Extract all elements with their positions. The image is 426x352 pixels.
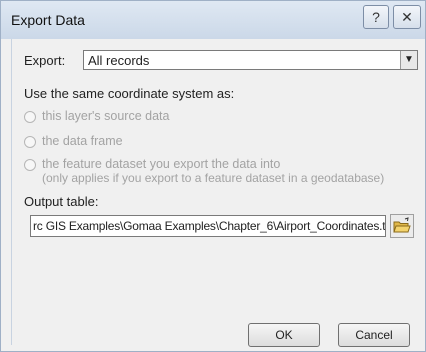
radio-feature-dataset-note: (only applies if you export to a feature…	[42, 171, 385, 185]
radio-data-frame-label: the data frame	[42, 134, 123, 148]
output-table-label: Output table:	[24, 194, 99, 209]
radio-layer-source[interactable]	[24, 111, 36, 123]
output-table-field[interactable]: rc GIS Examples\Gomaa Examples\Chapter_6…	[30, 215, 386, 237]
window-title: Export Data	[11, 12, 85, 28]
title-bar[interactable]: Export Data ? ✕	[1, 1, 425, 39]
chevron-down-icon[interactable]: ▼	[400, 51, 417, 69]
browse-folder-button[interactable]	[390, 214, 414, 238]
close-icon: ✕	[401, 9, 413, 25]
help-button[interactable]: ?	[363, 5, 389, 29]
radio-data-frame[interactable]	[24, 136, 36, 148]
open-folder-icon	[393, 217, 411, 233]
export-label: Export:	[24, 53, 66, 68]
cancel-button[interactable]: Cancel	[338, 323, 410, 347]
help-icon: ?	[372, 9, 380, 25]
export-selected-value: All records	[88, 53, 150, 68]
dialog-content: Export: All records ▼ Use the same coord…	[11, 39, 418, 347]
ok-button[interactable]: OK	[248, 323, 320, 347]
radio-layer-source-label: this layer's source data	[42, 109, 170, 123]
export-dropdown[interactable]: All records ▼	[83, 50, 418, 70]
radio-feature-dataset-label: the feature dataset you export the data …	[42, 157, 281, 171]
output-table-value: rc GIS Examples\Gomaa Examples\Chapter_6…	[33, 219, 386, 233]
export-data-dialog: Export Data ? ✕ Export: All records ▼ Us…	[0, 0, 426, 352]
coordinate-system-label: Use the same coordinate system as:	[24, 86, 235, 101]
radio-feature-dataset[interactable]	[24, 159, 36, 171]
close-button[interactable]: ✕	[393, 5, 421, 29]
